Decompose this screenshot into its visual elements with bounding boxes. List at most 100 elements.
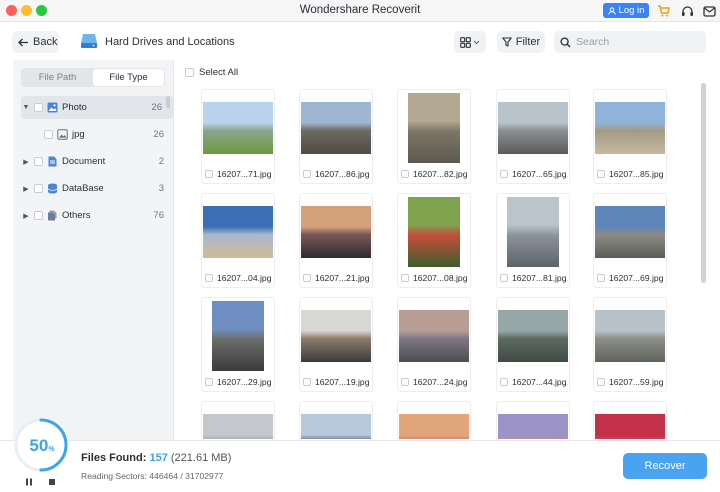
file-thumbnail[interactable] bbox=[202, 196, 274, 268]
file-thumbnail[interactable] bbox=[398, 300, 470, 372]
file-card[interactable] bbox=[201, 401, 275, 439]
file-thumbnail[interactable] bbox=[202, 92, 274, 164]
file-thumbnail[interactable] bbox=[497, 300, 569, 372]
files-found-label: Files Found: bbox=[81, 452, 147, 464]
select-all-label: Select All bbox=[199, 67, 239, 78]
file-thumbnail[interactable] bbox=[398, 404, 470, 439]
file-thumbnail[interactable] bbox=[398, 92, 470, 164]
mail-icon[interactable] bbox=[701, 3, 717, 19]
search-input[interactable] bbox=[576, 36, 696, 48]
file-thumbnail[interactable] bbox=[398, 196, 470, 268]
file-thumbnail[interactable] bbox=[497, 92, 569, 164]
file-checkbox[interactable] bbox=[205, 378, 213, 386]
file-name-row: 16207...65.jpg bbox=[500, 169, 569, 179]
file-card[interactable]: 16207...21.jpg bbox=[299, 193, 373, 288]
file-checkbox[interactable] bbox=[597, 170, 605, 178]
pause-icon[interactable] bbox=[25, 478, 33, 488]
file-checkbox[interactable] bbox=[597, 378, 605, 386]
file-thumbnail[interactable] bbox=[300, 196, 372, 268]
chevron-right-icon[interactable]: ▶ bbox=[21, 185, 31, 193]
tab-file-path[interactable]: File Path bbox=[22, 69, 93, 86]
file-thumbnail[interactable] bbox=[300, 300, 372, 372]
file-card[interactable]: 16207...86.jpg bbox=[299, 89, 373, 184]
search-field[interactable] bbox=[554, 31, 706, 53]
sidebar-item-others[interactable]: ▶ Others 76 bbox=[21, 204, 176, 227]
file-checkbox[interactable] bbox=[401, 274, 409, 282]
photo-thumbnail-image bbox=[301, 310, 371, 362]
file-thumbnail[interactable] bbox=[202, 300, 274, 372]
file-thumbnail[interactable] bbox=[594, 196, 666, 268]
file-thumbnail[interactable] bbox=[594, 92, 666, 164]
filter-button[interactable]: Filter bbox=[497, 31, 545, 53]
sidebar-item-photo[interactable]: ▼ Photo 26 bbox=[21, 96, 174, 119]
sidebar-item-document[interactable]: ▶ Document 2 bbox=[21, 150, 176, 173]
database-checkbox[interactable] bbox=[34, 184, 43, 193]
sidebar-scrollbar[interactable] bbox=[166, 96, 170, 108]
document-checkbox[interactable] bbox=[34, 157, 43, 166]
sidebar-item-jpg[interactable]: jpg 26 bbox=[21, 123, 176, 146]
files-found-size: (221.61 MB) bbox=[170, 452, 232, 464]
file-name: 16207...19.jpg bbox=[315, 377, 370, 387]
file-checkbox[interactable] bbox=[401, 170, 409, 178]
select-all[interactable]: Select All bbox=[185, 67, 238, 78]
file-name: 16207...86.jpg bbox=[315, 169, 370, 179]
file-thumbnail[interactable] bbox=[300, 404, 372, 439]
file-card[interactable]: 16207...04.jpg bbox=[201, 193, 275, 288]
view-mode-button[interactable] bbox=[454, 31, 486, 53]
file-checkbox[interactable] bbox=[205, 170, 213, 178]
file-card[interactable] bbox=[299, 401, 373, 439]
login-button[interactable]: Log in bbox=[603, 3, 649, 18]
file-checkbox[interactable] bbox=[597, 274, 605, 282]
file-checkbox[interactable] bbox=[205, 274, 213, 282]
file-card[interactable] bbox=[397, 401, 471, 439]
file-name-row: 16207...81.jpg bbox=[500, 273, 569, 283]
file-card[interactable]: 16207...08.jpg bbox=[397, 193, 471, 288]
chevron-right-icon[interactable]: ▶ bbox=[21, 212, 31, 220]
photo-checkbox[interactable] bbox=[34, 103, 43, 112]
file-card[interactable]: 16207...71.jpg bbox=[201, 89, 275, 184]
file-checkbox[interactable] bbox=[303, 170, 311, 178]
back-button[interactable]: Back bbox=[12, 31, 59, 53]
file-checkbox[interactable] bbox=[303, 378, 311, 386]
file-thumbnail[interactable] bbox=[594, 300, 666, 372]
recover-button[interactable]: Recover bbox=[623, 453, 707, 479]
stop-icon[interactable] bbox=[48, 478, 56, 488]
item-count: 76 bbox=[153, 210, 164, 221]
file-thumbnail[interactable] bbox=[497, 404, 569, 439]
sidebar-tabs: File Path File Type bbox=[21, 68, 165, 87]
file-card[interactable]: 16207...69.jpg bbox=[593, 193, 667, 288]
file-card[interactable]: 16207...65.jpg bbox=[496, 89, 570, 184]
file-card[interactable]: 16207...29.jpg bbox=[201, 297, 275, 392]
file-card[interactable]: 16207...82.jpg bbox=[397, 89, 471, 184]
chevron-down-icon[interactable]: ▼ bbox=[21, 104, 31, 111]
sidebar-item-database[interactable]: ▶ DataBase 3 bbox=[21, 177, 176, 200]
file-thumbnail[interactable] bbox=[202, 404, 274, 439]
cart-icon[interactable] bbox=[655, 3, 671, 19]
file-card[interactable]: 16207...24.jpg bbox=[397, 297, 471, 392]
photo-thumbnail-image bbox=[203, 102, 273, 154]
file-thumbnail[interactable] bbox=[300, 92, 372, 164]
file-card[interactable]: 16207...85.jpg bbox=[593, 89, 667, 184]
chevron-right-icon[interactable]: ▶ bbox=[21, 158, 31, 166]
file-checkbox[interactable] bbox=[500, 170, 508, 178]
file-card[interactable]: 16207...19.jpg bbox=[299, 297, 373, 392]
file-checkbox[interactable] bbox=[303, 274, 311, 282]
back-label: Back bbox=[33, 36, 58, 48]
file-card[interactable]: 16207...59.jpg bbox=[593, 297, 667, 392]
others-checkbox[interactable] bbox=[34, 211, 43, 220]
file-thumbnail[interactable] bbox=[497, 196, 569, 268]
file-thumbnail[interactable] bbox=[594, 404, 666, 439]
content-scrollbar[interactable] bbox=[701, 83, 706, 283]
jpg-checkbox[interactable] bbox=[44, 130, 53, 139]
file-checkbox[interactable] bbox=[500, 378, 508, 386]
file-checkbox[interactable] bbox=[500, 274, 508, 282]
photo-thumbnail-image bbox=[595, 206, 665, 258]
file-checkbox[interactable] bbox=[401, 378, 409, 386]
file-card[interactable] bbox=[496, 401, 570, 439]
file-card[interactable]: 16207...81.jpg bbox=[496, 193, 570, 288]
headset-icon[interactable] bbox=[679, 3, 695, 19]
tab-file-type[interactable]: File Type bbox=[93, 69, 164, 86]
select-all-checkbox[interactable] bbox=[185, 68, 194, 77]
file-card[interactable]: 16207...44.jpg bbox=[496, 297, 570, 392]
file-card[interactable] bbox=[593, 401, 667, 439]
